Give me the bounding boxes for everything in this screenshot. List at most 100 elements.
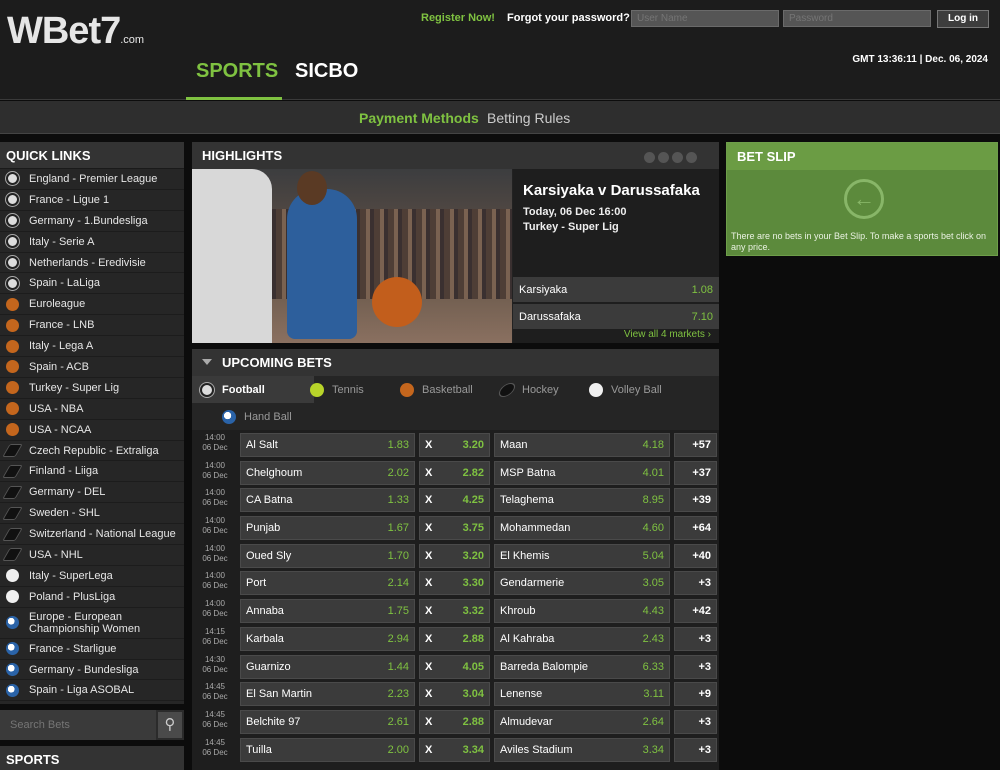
draw-odds-button[interactable]: X 2.82 [419,460,490,485]
away-odds-button[interactable]: Lenense 3.11 [494,682,670,707]
quick-link-item[interactable]: Czech Republic - Extraliga [0,441,184,462]
forgot-password-link[interactable]: Forgot your password? [507,12,630,24]
quick-link-item[interactable]: Sweden - SHL [0,503,184,525]
draw-odds-button[interactable]: X 3.20 [419,543,490,568]
home-odds-button[interactable]: Tuilla 2.00 [240,737,415,762]
draw-odds-button[interactable]: X 3.75 [419,516,490,541]
carousel-dot[interactable] [672,152,683,163]
home-odds-button[interactable]: Guarnizo 1.44 [240,654,415,679]
highlight-odds-home[interactable]: Karsiyaka 1.08 [513,277,719,302]
search-bets-input[interactable] [0,710,156,740]
draw-odds-button[interactable]: X 3.34 [419,737,490,762]
more-markets-button[interactable]: +42 [674,599,717,624]
quick-link-item[interactable]: England - Premier League [0,169,184,190]
quick-link-item[interactable]: Switzerland - National League [0,524,184,546]
nav-sicbo[interactable]: SICBO [295,60,358,83]
quick-link-item[interactable]: France - LNB [0,315,184,337]
more-markets-button[interactable]: +3 [674,626,717,651]
quick-link-item[interactable]: Italy - Serie A [0,232,184,253]
draw-odds-button[interactable]: X 4.25 [419,488,490,513]
tab-football[interactable]: Football [192,376,314,403]
view-all-markets-link[interactable]: View all 4 markets › [624,329,711,340]
away-odds-button[interactable]: MSP Batna 4.01 [494,460,670,485]
home-odds-button[interactable]: Punjab 1.67 [240,516,415,541]
home-odds-button[interactable]: Belchite 97 2.61 [240,709,415,734]
quick-link-item[interactable]: Finland - Liiga [0,461,184,483]
more-markets-button[interactable]: +3 [674,654,717,679]
quick-link-item[interactable]: Italy - SuperLega [0,566,184,587]
register-link[interactable]: Register Now! [421,12,495,24]
more-markets-button[interactable]: +3 [674,571,717,596]
highlight-odds-away[interactable]: Darussafaka 7.10 [513,304,719,329]
draw-odds-button[interactable]: X 3.30 [419,571,490,596]
tab-volley-ball[interactable]: Volley Ball [581,376,671,403]
more-markets-button[interactable]: +37 [674,460,717,485]
quick-link-item[interactable]: Italy - Lega A [0,336,184,358]
login-button[interactable]: Log in [937,10,989,28]
tab-tennis[interactable]: Tennis [302,376,377,403]
home-odds-button[interactable]: CA Batna 1.33 [240,488,415,513]
quick-link-item[interactable]: USA - NHL [0,545,184,566]
carousel-dots[interactable] [641,151,697,166]
upcoming-bets-header[interactable]: UPCOMING BETS [192,349,719,376]
away-odds-button[interactable]: Barreda Balompie 6.33 [494,654,670,679]
quick-link-item[interactable]: Germany - DEL [0,482,184,504]
away-odds-button[interactable]: Al Kahraba 2.43 [494,626,670,651]
home-odds-button[interactable]: Annaba 1.75 [240,599,415,624]
away-odds-button[interactable]: Almudevar 2.64 [494,709,670,734]
password-field[interactable] [783,10,931,27]
tab-hand-ball[interactable]: Hand Ball [214,403,294,430]
draw-odds-button[interactable]: X 3.20 [419,433,490,457]
home-odds-button[interactable]: Karbala 2.94 [240,626,415,651]
draw-odds-button[interactable]: X 3.04 [419,682,490,707]
quick-link-item[interactable]: Germany - 1.Bundesliga [0,211,184,232]
match-title[interactable]: Karsiyaka v Darussafaka [523,182,700,199]
tab-basketball[interactable]: Basketball [392,376,482,403]
more-markets-button[interactable]: +3 [674,709,717,734]
quick-link-item[interactable]: France - Starligue [0,639,184,660]
highlight-photo[interactable] [192,169,512,343]
more-markets-button[interactable]: +57 [674,433,717,457]
quick-link-item[interactable]: Europe - European Championship Women [0,608,184,639]
home-odds-button[interactable]: Oued Sly 1.70 [240,543,415,568]
quick-link-item[interactable]: Spain - ACB [0,357,184,378]
search-icon[interactable]: ⚲ [158,712,182,738]
quick-link-item[interactable]: Poland - PlusLiga [0,587,184,608]
more-markets-button[interactable]: +64 [674,516,717,541]
more-markets-button[interactable]: +40 [674,543,717,568]
quick-link-item[interactable]: Spain - Liga ASOBAL [0,680,184,702]
tab-hockey[interactable]: Hockey [492,376,567,403]
home-odds-button[interactable]: Port 2.14 [240,571,415,596]
username-field[interactable] [631,10,779,27]
away-odds-button[interactable]: Maan 4.18 [494,433,670,457]
away-odds-button[interactable]: Telaghema 8.95 [494,488,670,513]
quick-link-item[interactable]: USA - NBA [0,399,184,420]
payment-methods-link[interactable]: Payment Methods [359,110,479,126]
site-logo[interactable]: WBet7.com [7,10,144,53]
away-odds-button[interactable]: Gendarmerie 3.05 [494,571,670,596]
draw-odds-button[interactable]: X 4.05 [419,654,490,679]
quick-link-item[interactable]: USA - NCAA [0,420,184,441]
away-odds-button[interactable]: El Khemis 5.04 [494,543,670,568]
quick-link-item[interactable]: Germany - Bundesliga [0,660,184,681]
more-markets-button[interactable]: +39 [674,488,717,513]
draw-odds-button[interactable]: X 2.88 [419,709,490,734]
home-odds-button[interactable]: Al Salt 1.83 [240,433,415,457]
away-odds-button[interactable]: Aviles Stadium 3.34 [494,737,670,762]
carousel-dot[interactable] [644,152,655,163]
nav-sports[interactable]: SPORTS [196,60,278,83]
carousel-dot[interactable] [658,152,669,163]
home-odds-button[interactable]: El San Martin 2.23 [240,682,415,707]
away-odds-button[interactable]: Khroub 4.43 [494,599,670,624]
more-markets-button[interactable]: +9 [674,682,717,707]
quick-link-item[interactable]: France - Ligue 1 [0,190,184,211]
quick-link-item[interactable]: Spain - LaLiga [0,273,184,295]
quick-link-item[interactable]: Turkey - Super Lig [0,378,184,399]
home-odds-button[interactable]: Chelghoum 2.02 [240,460,415,485]
carousel-dot[interactable] [686,152,697,163]
draw-odds-button[interactable]: X 3.32 [419,599,490,624]
betting-rules-link[interactable]: Betting Rules [487,110,570,126]
more-markets-button[interactable]: +3 [674,737,717,762]
away-odds-button[interactable]: Mohammedan 4.60 [494,516,670,541]
quick-link-item[interactable]: Netherlands - Eredivisie [0,253,184,274]
